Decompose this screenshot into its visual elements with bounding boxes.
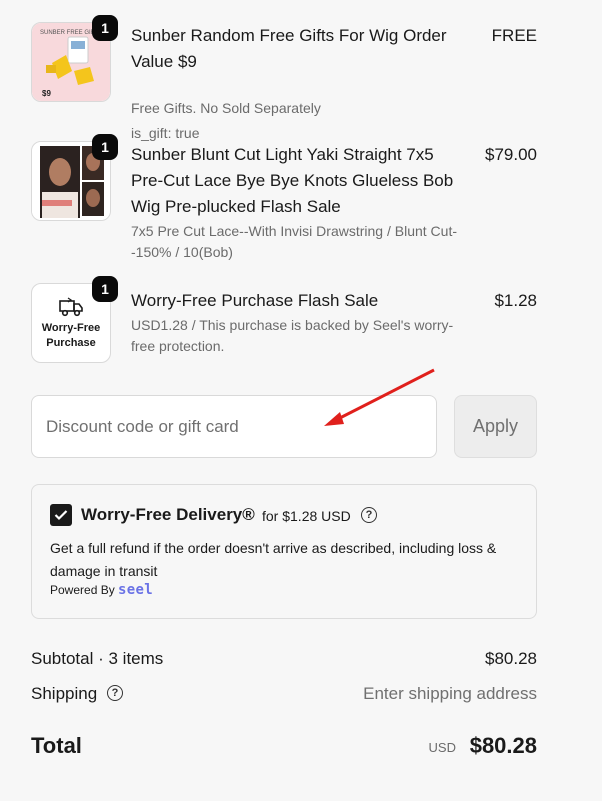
line-item: SUNBER FREE GIFTS $9 1 Sunber Random Fre…: [31, 15, 537, 141]
quantity-badge: 1: [92, 276, 118, 302]
gift-image-price: $9: [42, 89, 51, 98]
annotation-arrow-icon: [324, 368, 435, 426]
delivery-truck-icon: [59, 297, 83, 317]
worry-free-description: Get a full refund if the order doesn't a…: [50, 540, 497, 579]
total-label: Total: [31, 733, 82, 758]
powered-by-label: Powered By: [50, 583, 115, 597]
item-price: $79.00: [485, 145, 537, 164]
item-title: Worry-Free Purchase Flash Sale: [131, 291, 379, 310]
item-subtitle: 7x5 Pre Cut Lace--With Invisi Drawstring…: [131, 223, 457, 260]
shipping-label: Shipping: [31, 684, 98, 703]
item-title: Sunber Blunt Cut Light Yaki Straight 7x5…: [131, 145, 454, 216]
quantity-badge: 1: [92, 15, 118, 41]
shipping-value: Enter shipping address: [363, 684, 537, 703]
line-item: Worry-Free Purchase 1 Worry-Free Purchas…: [31, 276, 537, 363]
seel-logo: seel: [118, 582, 153, 598]
item-price: $1.28: [494, 291, 537, 310]
product-thumbnail: Worry-Free Purchase 1: [31, 276, 118, 363]
subtotal-row: Subtotal · 3 items $80.28: [31, 647, 537, 671]
worry-free-checkbox[interactable]: [50, 504, 72, 526]
shipping-row: Shipping ? Enter shipping address: [31, 682, 537, 706]
item-title: Sunber Random Free Gifts For Wig Order V…: [131, 26, 447, 71]
worry-free-title: Worry-Free Delivery®: [81, 505, 255, 524]
quantity-badge: 1: [92, 134, 118, 160]
subtotal-value: $80.28: [485, 649, 537, 668]
product-thumbnail: 1: [31, 134, 118, 221]
worry-free-price: for $1.28 USD: [262, 508, 351, 524]
total-currency: USD: [428, 740, 456, 755]
item-subtitle: USD1.28 / This purchase is backed by See…: [131, 317, 454, 354]
item-subtitle: Free Gifts. No Sold Separately: [131, 100, 321, 116]
powered-by: Powered By seel: [50, 582, 153, 598]
item-price: FREE: [491, 26, 537, 45]
apply-button[interactable]: Apply: [454, 395, 537, 458]
subtotal-label: Subtotal · 3 items: [31, 649, 164, 668]
worry-free-thumb-label: Worry-Free Purchase: [41, 322, 101, 349]
total-value: $80.28: [469, 733, 537, 758]
worry-free-delivery-card: Worry-Free Delivery® for $1.28 USD ? Get…: [31, 484, 537, 619]
line-item: 1 Sunber Blunt Cut Light Yaki Straight 7…: [31, 134, 537, 261]
help-icon[interactable]: ?: [361, 507, 377, 523]
product-thumbnail: SUNBER FREE GIFTS $9 1: [31, 15, 118, 102]
shipping-help-icon[interactable]: ?: [107, 685, 123, 701]
checkmark-icon: [54, 510, 68, 521]
